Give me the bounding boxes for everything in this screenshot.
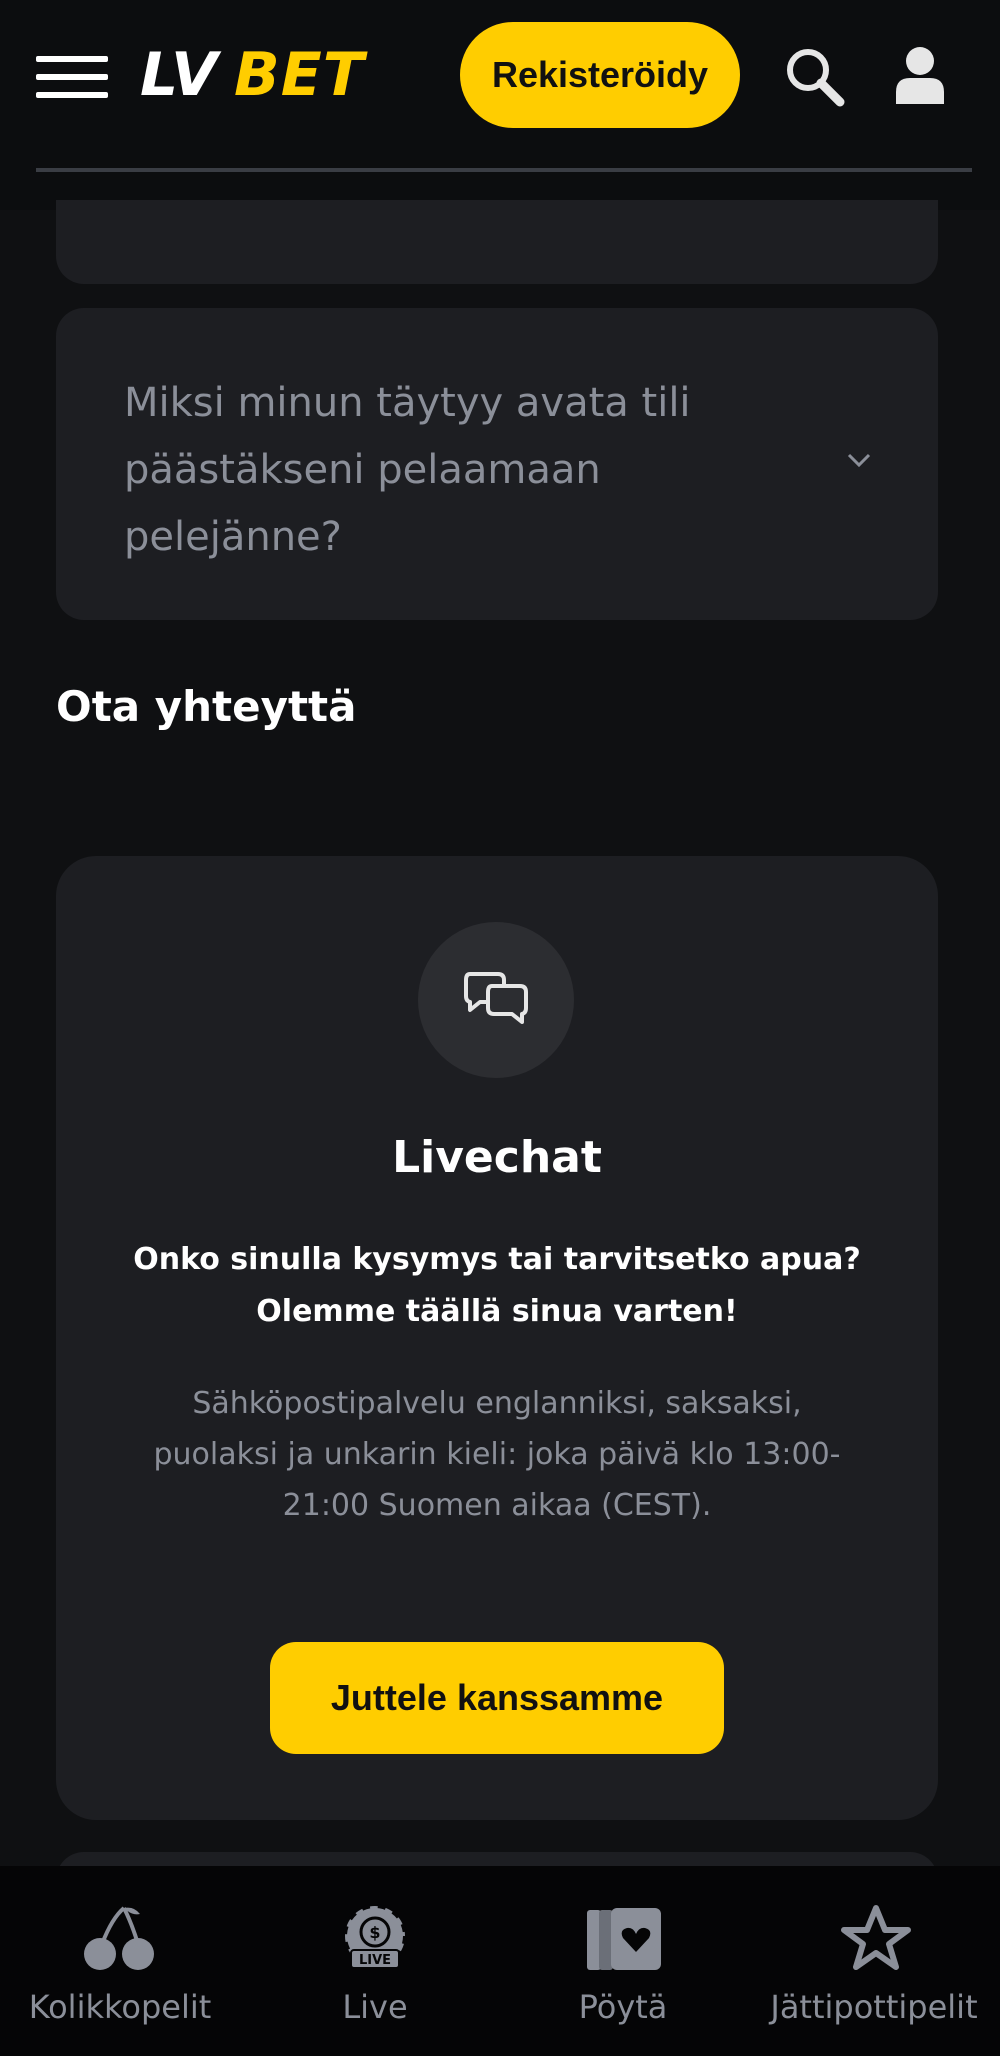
nav-label-slots: Kolikkopelit	[28, 1988, 212, 2026]
hamburger-menu-icon[interactable]	[36, 56, 108, 98]
nav-item-slots[interactable]: Kolikkopelit	[0, 1866, 240, 2056]
header-divider	[36, 168, 972, 172]
chat-icon-circle	[418, 922, 574, 1078]
chat-bubbles-icon	[464, 972, 528, 1024]
logo-bet-text: BET	[234, 40, 365, 110]
nav-item-live[interactable]: $ LIVE Live	[255, 1866, 495, 2056]
cards-icon	[587, 1908, 661, 1970]
livechat-title: Livechat	[392, 1132, 602, 1183]
nav-label-jackpots: Jättipottipelit	[770, 1988, 978, 2026]
svg-text:LIVE: LIVE	[359, 1953, 391, 1968]
nav-label-table: Pöytä	[578, 1988, 668, 2026]
faq-card-previous[interactable]	[56, 200, 938, 284]
nav-item-jackpots[interactable]: Jättipottipelit	[752, 1866, 996, 2056]
cherries-icon	[84, 1906, 154, 1970]
livechat-card: Livechat Onko sinulla kysymys tai tarvit…	[56, 856, 938, 1820]
register-button[interactable]: Rekisteröidy	[460, 22, 740, 128]
bottom-navigation: Kolikkopelit $ LIVE Live Pöytä Jättipott…	[0, 1866, 1000, 2056]
livechat-description: Sähköpostipalvelu englanniksi, saksaksi,…	[153, 1386, 841, 1523]
faq-question-text: Miksi minun täytyy avata tili päästäksen…	[124, 380, 691, 560]
nav-label-live: Live	[342, 1988, 408, 2026]
svg-text:$: $	[369, 1923, 380, 1942]
search-icon[interactable]	[784, 46, 846, 108]
page: LV BET Rekisteröidy Miksi minun täytyy a…	[0, 0, 1000, 2056]
faq-item[interactable]: Miksi minun täytyy avata tili päästäksen…	[56, 308, 938, 620]
chevron-down-icon[interactable]	[846, 452, 872, 468]
lvbet-logo[interactable]: LV BET	[136, 40, 376, 110]
contact-section-title: Ota yhteyttä	[56, 682, 357, 731]
live-chip-icon: $ LIVE	[343, 1904, 407, 1969]
nav-item-table[interactable]: Pöytä	[503, 1866, 743, 2056]
livechat-subtitle: Onko sinulla kysymys tai tarvitsetko apu…	[133, 1242, 861, 1329]
star-icon	[841, 1905, 911, 1970]
top-header: LV BET Rekisteröidy	[0, 0, 1000, 210]
start-chat-button[interactable]: Juttele kanssamme	[270, 1642, 724, 1754]
user-account-icon[interactable]	[894, 46, 946, 104]
logo-lv-text: LV	[140, 40, 219, 110]
